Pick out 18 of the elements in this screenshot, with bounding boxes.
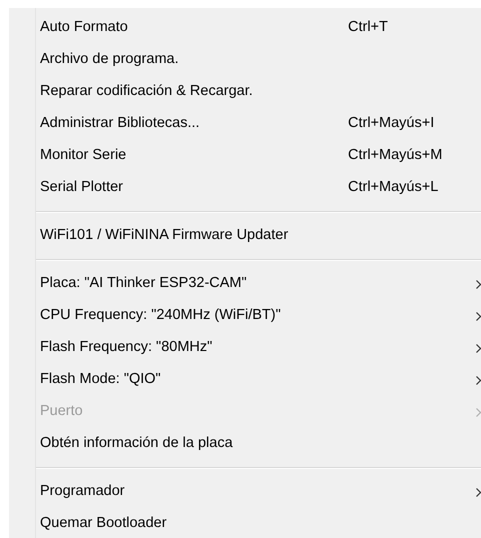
menu-item[interactable]: Serial Plotter Ctrl+Mayús+L — [9, 172, 481, 204]
menu-item[interactable]: Auto Formato Ctrl+T — [9, 12, 481, 44]
menu-item[interactable]: Flash Frequency: "80MHz" — [9, 332, 481, 364]
menu-item[interactable]: CPU Frequency: "240MHz (WiFi/BT)" — [9, 300, 481, 332]
shortcut-label: Ctrl+Mayús+I — [348, 114, 434, 134]
menu-item[interactable]: Quemar Bootloader — [9, 508, 481, 538]
menu-item[interactable]: Reparar codificación & Recargar. — [9, 76, 481, 108]
menu-item[interactable]: Administrar Bibliotecas... Ctrl+Mayús+I — [9, 108, 481, 140]
menu-item[interactable]: Obtén información de la placa — [9, 428, 481, 460]
menu-item[interactable]: Flash Mode: "QIO" — [9, 364, 481, 396]
menu-item[interactable]: Archivo de programa. — [9, 44, 481, 76]
shortcut-label: Ctrl+Mayús+M — [348, 146, 442, 166]
shortcut-label: Ctrl+Mayús+L — [348, 178, 438, 198]
shortcut-label: Ctrl+T — [348, 18, 388, 38]
menu-item[interactable]: Placa: "AI Thinker ESP32-CAM" — [9, 268, 481, 300]
menu-item[interactable]: WiFi101 / WiFiNINA Firmware Updater — [9, 220, 481, 252]
menu-item[interactable]: Programador — [9, 476, 481, 508]
menu-item[interactable]: Monitor Serie Ctrl+Mayús+M — [9, 140, 481, 172]
